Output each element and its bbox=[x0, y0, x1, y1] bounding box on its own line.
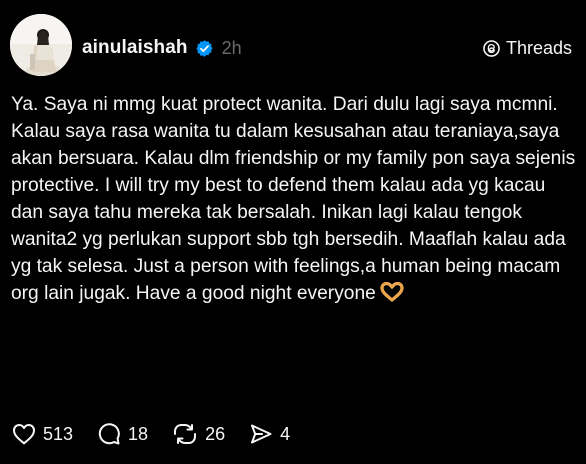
share-button[interactable]: 4 bbox=[249, 423, 290, 445]
post-body: Ya. Saya ni mmg kuat protect wanita. Dar… bbox=[11, 91, 577, 307]
verified-badge-icon bbox=[195, 39, 214, 58]
threads-logo-icon bbox=[482, 39, 501, 58]
comment-icon bbox=[98, 423, 120, 445]
post-text: Ya. Saya ni mmg kuat protect wanita. Dar… bbox=[11, 94, 576, 304]
like-count: 513 bbox=[43, 423, 74, 444]
threads-brand[interactable]: Threads bbox=[482, 35, 572, 61]
share-count: 4 bbox=[280, 423, 291, 444]
threads-post-card: ainulaishah 2h Threads Ya. Saya ni mmg k… bbox=[0, 0, 586, 464]
repost-count: 26 bbox=[205, 423, 226, 444]
like-button[interactable]: 513 bbox=[12, 423, 73, 445]
repost-icon bbox=[174, 424, 197, 444]
reply-button[interactable]: 18 bbox=[97, 422, 148, 446]
post-actions: 513 18 26 4 bbox=[12, 420, 314, 448]
heart-icon bbox=[13, 424, 35, 445]
post-timestamp: 2h bbox=[221, 37, 242, 58]
post-header: ainulaishah 2h bbox=[82, 34, 242, 62]
threads-label: Threads bbox=[505, 37, 572, 58]
heart-hands-icon bbox=[380, 281, 404, 302]
share-icon bbox=[251, 424, 272, 444]
avatar[interactable] bbox=[10, 14, 72, 76]
avatar-image bbox=[10, 14, 72, 76]
username[interactable]: ainulaishah bbox=[82, 37, 188, 59]
reply-count: 18 bbox=[128, 423, 149, 444]
repost-button[interactable]: 26 bbox=[172, 422, 225, 446]
